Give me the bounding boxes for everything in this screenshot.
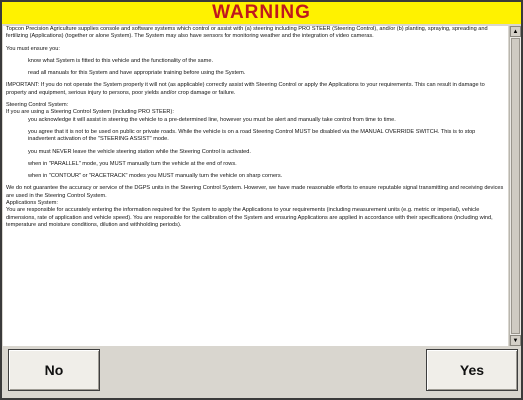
paragraph-dgps: We do not guarantee the accuracy or serv… bbox=[6, 185, 504, 199]
paragraph-must-ensure: You must ensure you: bbox=[6, 45, 60, 52]
paragraph-parallel: when in "PARALLEL" mode, you MUST manual… bbox=[28, 160, 237, 167]
dialog-title: WARNING bbox=[2, 2, 521, 24]
paragraph-know-system: know what System is fitted to this vehic… bbox=[28, 57, 213, 64]
arrow-up-icon[interactable]: ▲ bbox=[510, 26, 521, 37]
paragraph-contour: when in "CONTOUR" or "RACETRACK" modes y… bbox=[28, 173, 283, 180]
heading-steering-control: Steering Control System: bbox=[6, 102, 69, 109]
vertical-scrollbar[interactable]: ▲ ▼ bbox=[509, 26, 521, 346]
paragraph-never-leave: you must NEVER leave the vehicle steerin… bbox=[28, 148, 251, 155]
no-button[interactable]: No bbox=[8, 349, 100, 391]
warning-dialog: WARNING Topcon Precision Agriculture sup… bbox=[0, 0, 523, 400]
heading-applications: Applications System: bbox=[6, 200, 58, 207]
scrollbar-thumb[interactable] bbox=[511, 38, 520, 334]
paragraph-roads: you agree that it is not to be used on p… bbox=[28, 128, 476, 143]
paragraph-steering-alert: you acknowledge it will assist in steeri… bbox=[28, 116, 396, 123]
paragraph-intro: Topcon Precision Agriculture supplies co… bbox=[6, 26, 488, 40]
yes-button[interactable]: Yes bbox=[426, 349, 518, 391]
paragraph-steering-intro: If you are using a Steering Control Syst… bbox=[6, 109, 174, 116]
warning-text-panel[interactable]: Topcon Precision Agriculture supplies co… bbox=[3, 26, 508, 346]
arrow-down-icon[interactable]: ▼ bbox=[510, 335, 521, 346]
paragraph-important: IMPORTANT: If you do not operate the Sys… bbox=[6, 82, 485, 96]
paragraph-applications: You are responsible for accurately enter… bbox=[6, 207, 493, 228]
paragraph-read-manuals: read all manuals for this System and hav… bbox=[28, 70, 246, 77]
